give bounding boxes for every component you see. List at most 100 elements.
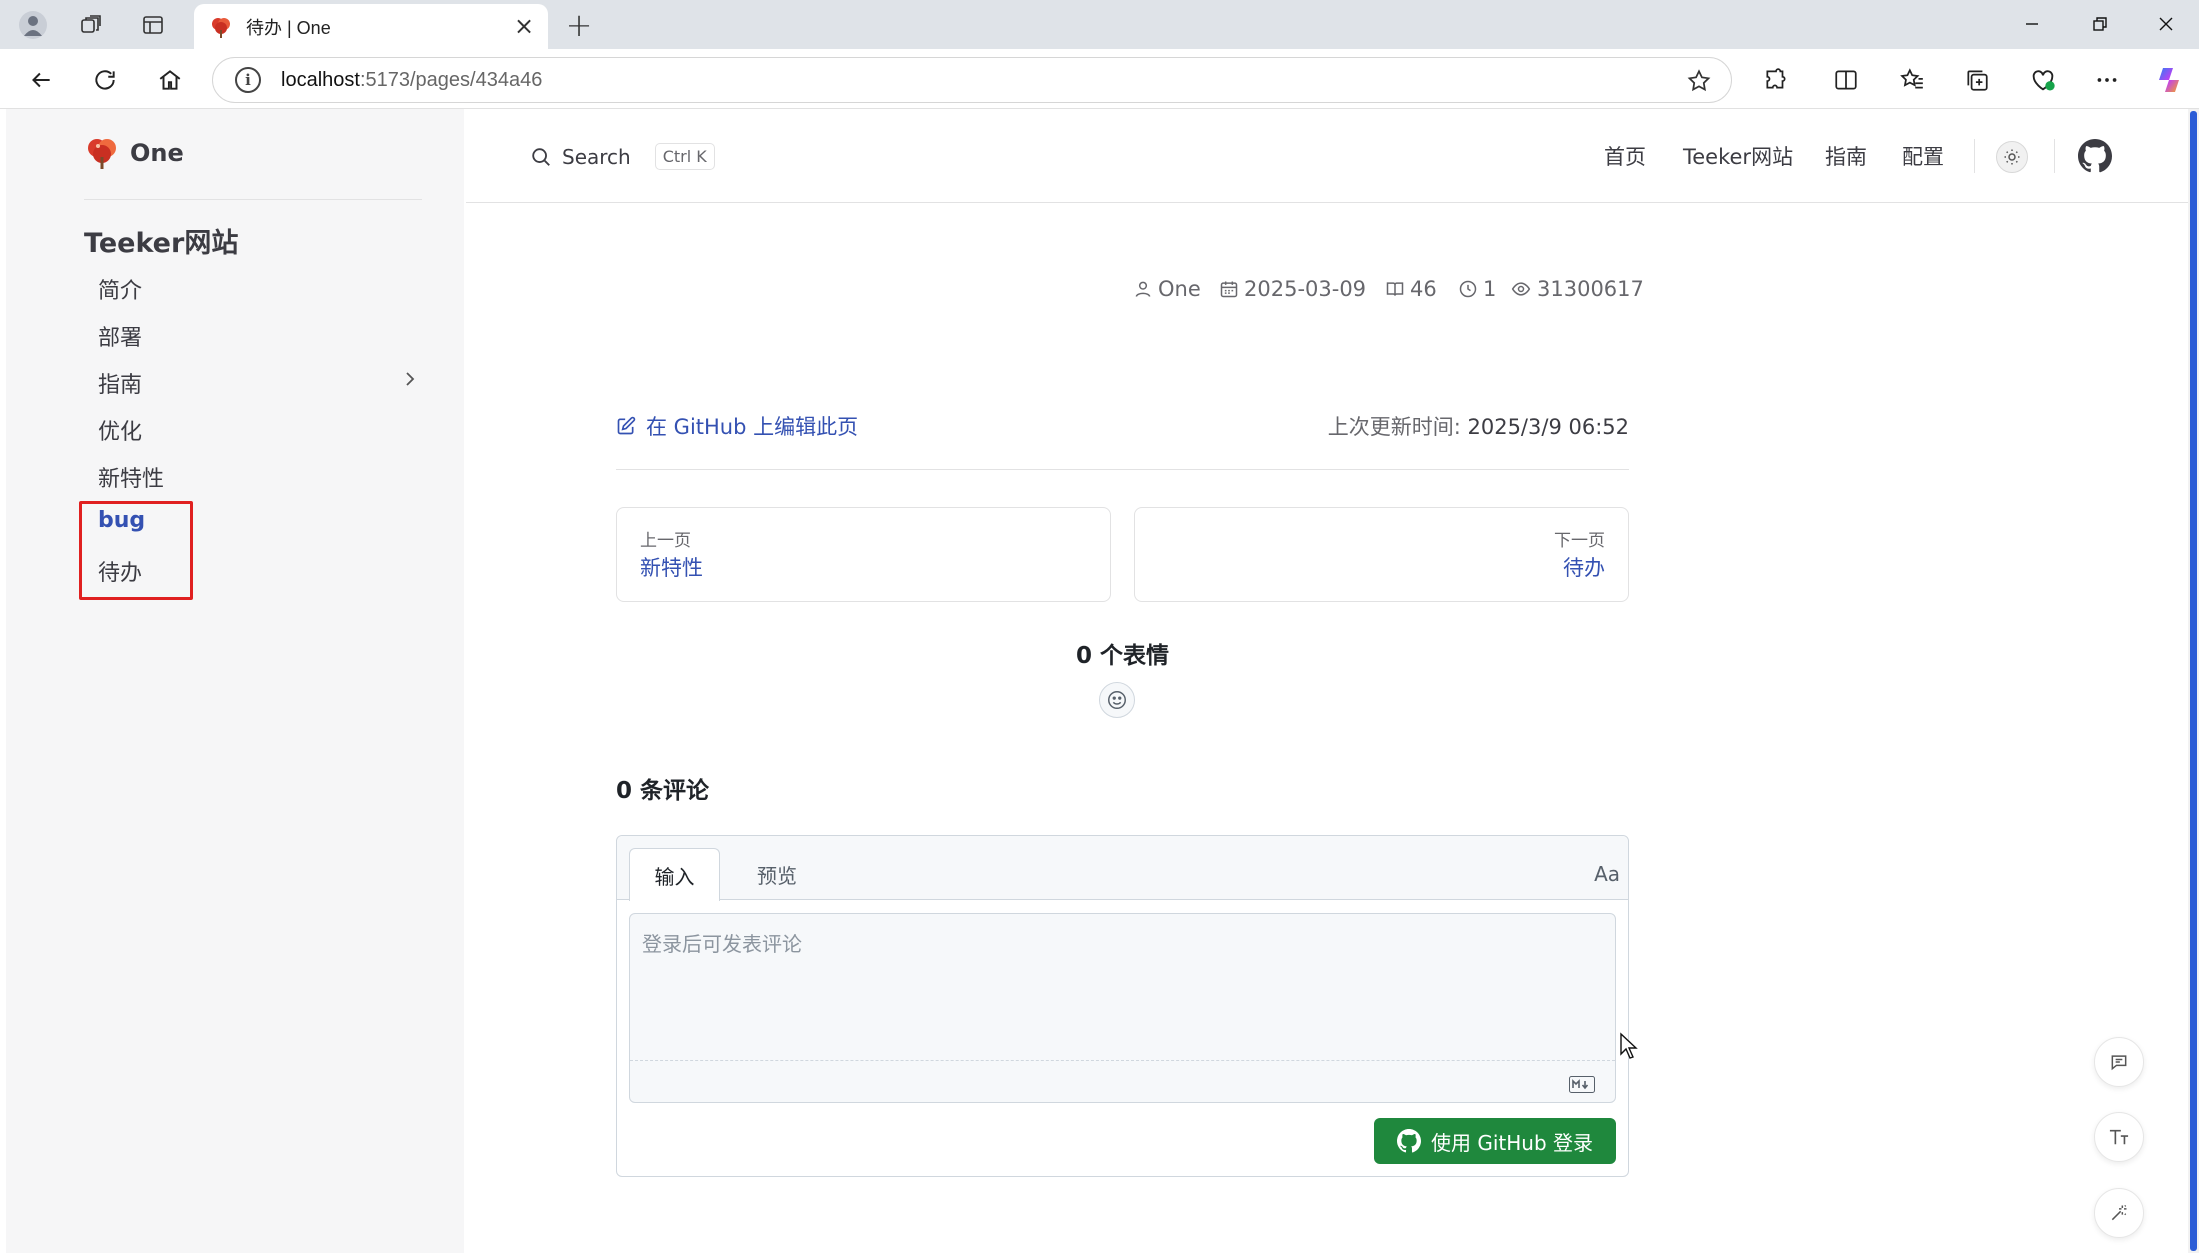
address-url[interactable]: localhost:5173/pages/434a46 bbox=[281, 69, 542, 92]
annotation-highlight-box bbox=[79, 501, 193, 600]
more-options-icon[interactable] bbox=[2088, 61, 2126, 99]
site-favicon-icon bbox=[208, 14, 234, 40]
comment-box-header: 输入 预览 Aa bbox=[617, 836, 1628, 901]
nav-link-config[interactable]: 配置 bbox=[1902, 141, 1944, 171]
search-icon bbox=[532, 147, 550, 166]
last-updated-value: 2025/3/9 06:52 bbox=[1467, 415, 1629, 439]
site-brand-name: One bbox=[130, 139, 184, 167]
sidebar-item-intro[interactable]: 简介 bbox=[98, 273, 142, 305]
site-logo-icon bbox=[88, 139, 116, 169]
meta-view-count: 31300617 bbox=[1537, 277, 1644, 301]
nav-divider bbox=[2054, 139, 2055, 173]
pager-next-title: 待办 bbox=[1563, 556, 1605, 580]
meta-date: 2025-03-09 bbox=[1244, 277, 1367, 301]
sidebar-item-new-features[interactable]: 新特性 bbox=[98, 461, 164, 493]
address-bar[interactable]: i localhost:5173/pages/434a46 bbox=[212, 57, 1732, 103]
sidebar: One Teeker网站 简介 部署 指南 优化 新特性 bug 待办 bbox=[6, 109, 464, 1253]
font-size-icon[interactable] bbox=[2094, 1112, 2144, 1162]
nav-divider bbox=[1974, 139, 1975, 173]
page-scrollbar[interactable] bbox=[2188, 109, 2199, 1253]
search-shortcut-badge: Ctrl K bbox=[654, 143, 715, 170]
search-label: Search bbox=[562, 144, 631, 169]
browser-tab-strip: 待办 | One × + bbox=[0, 0, 2199, 49]
github-login-button[interactable]: 使用 GitHub 登录 bbox=[1374, 1118, 1616, 1164]
copilot-icon[interactable] bbox=[2150, 61, 2188, 99]
theme-effects-icon[interactable] bbox=[2094, 1188, 2144, 1238]
favorites-icon[interactable] bbox=[1893, 61, 1931, 99]
sidebar-divider bbox=[84, 199, 422, 200]
pager-prev-desc: 上一页 bbox=[640, 531, 691, 551]
pager-next[interactable]: 下一页 待办 bbox=[1134, 507, 1629, 602]
site-info-icon[interactable]: i bbox=[235, 67, 261, 93]
search-button[interactable]: Search Ctrl K bbox=[530, 143, 715, 170]
back-icon[interactable] bbox=[22, 61, 60, 99]
article-meta-reading-time: 1 bbox=[1458, 277, 1496, 301]
edit-on-github-link[interactable]: 在 GitHub 上编辑此页 bbox=[616, 411, 858, 441]
sidebar-item-deploy[interactable]: 部署 bbox=[98, 320, 142, 352]
split-screen-icon[interactable] bbox=[1827, 61, 1865, 99]
last-updated: 上次更新时间: 2025/3/9 06:52 bbox=[1328, 411, 1629, 441]
home-icon[interactable] bbox=[151, 61, 189, 99]
sidebar-section-title: Teeker网站 bbox=[84, 228, 239, 259]
pager-next-desc: 下一页 bbox=[1554, 531, 1605, 551]
edit-icon bbox=[617, 416, 636, 435]
pager-prev-title: 新特性 bbox=[640, 556, 703, 580]
eye-icon bbox=[1511, 282, 1531, 296]
restore-icon[interactable] bbox=[2080, 6, 2120, 42]
scrollbar-thumb[interactable] bbox=[2190, 111, 2197, 1251]
browser-tab-active[interactable]: 待办 | One × bbox=[194, 4, 548, 49]
tab-preview[interactable]: 预览 bbox=[735, 848, 819, 901]
url-host: localhost bbox=[281, 68, 360, 91]
new-tab-icon[interactable]: + bbox=[562, 6, 596, 44]
textarea-divider bbox=[630, 1060, 1615, 1061]
minimize-icon[interactable] bbox=[2012, 6, 2052, 42]
tab-close-icon[interactable]: × bbox=[510, 12, 538, 40]
reactions-count: 0 个表情 bbox=[1075, 643, 1169, 669]
collections-icon[interactable] bbox=[1958, 61, 1996, 99]
meta-word-count: 46 bbox=[1410, 277, 1437, 301]
window-close-icon[interactable] bbox=[2146, 6, 2186, 42]
tab-write[interactable]: 输入 bbox=[629, 848, 720, 901]
sidebar-item-optimize[interactable]: 优化 bbox=[98, 414, 142, 446]
last-updated-label: 上次更新时间: bbox=[1327, 415, 1461, 439]
favorite-star-icon[interactable] bbox=[1685, 67, 1713, 95]
profile-avatar-icon[interactable] bbox=[16, 8, 50, 42]
reload-icon[interactable] bbox=[86, 61, 124, 99]
tab-actions-icon[interactable] bbox=[136, 8, 170, 42]
nav-link-home[interactable]: 首页 bbox=[1604, 141, 1646, 171]
browser-essentials-icon[interactable] bbox=[2024, 61, 2062, 99]
github-icon[interactable] bbox=[2078, 139, 2112, 173]
top-navbar: Search Ctrl K 首页 Teeker网站 指南 配置 bbox=[466, 109, 2188, 203]
chevron-right-icon[interactable] bbox=[400, 369, 420, 389]
github-login-label: 使用 GitHub 登录 bbox=[1430, 1130, 1594, 1155]
article-meta-words: 46 bbox=[1385, 277, 1437, 301]
article-meta-date: 2025-03-09 bbox=[1219, 277, 1366, 301]
comment-placeholder: 登录后可发表评论 bbox=[642, 932, 802, 956]
theme-toggle-sun-icon[interactable] bbox=[1996, 141, 2028, 173]
tab-title: 待办 | One bbox=[246, 17, 331, 38]
mouse-cursor-icon bbox=[1620, 1032, 1638, 1059]
nav-link-guide[interactable]: 指南 bbox=[1825, 141, 1867, 171]
workspaces-icon[interactable] bbox=[74, 8, 108, 42]
browser-toolbar: i localhost:5173/pages/434a46 bbox=[0, 49, 2199, 109]
comment-textarea[interactable]: 登录后可发表评论 bbox=[629, 913, 1616, 1103]
pager-prev[interactable]: 上一页 新特性 bbox=[616, 507, 1111, 602]
article-meta: One bbox=[1133, 277, 1201, 301]
github-icon bbox=[1396, 1129, 1421, 1153]
calendar-icon bbox=[1220, 281, 1238, 298]
text-format-button[interactable]: Aa bbox=[1594, 862, 1620, 886]
meta-reading-time: 1 bbox=[1483, 277, 1497, 301]
edit-link-label: 在 GitHub 上编辑此页 bbox=[646, 415, 859, 439]
clock-icon bbox=[1459, 280, 1477, 298]
site-brand[interactable]: One bbox=[84, 135, 184, 171]
sidebar-item-guide[interactable]: 指南 bbox=[98, 367, 142, 399]
add-reaction-smiley-icon[interactable] bbox=[1099, 682, 1135, 718]
extensions-icon[interactable] bbox=[1757, 61, 1795, 99]
comments-count: 0 条评论 bbox=[616, 778, 710, 804]
footer-divider bbox=[616, 469, 1629, 470]
comment-jump-icon[interactable] bbox=[2094, 1037, 2144, 1087]
meta-author[interactable]: One bbox=[1158, 277, 1201, 301]
book-icon bbox=[1386, 282, 1404, 296]
url-path: :5173/pages/434a46 bbox=[359, 68, 543, 91]
nav-link-teeker[interactable]: Teeker网站 bbox=[1683, 141, 1793, 171]
